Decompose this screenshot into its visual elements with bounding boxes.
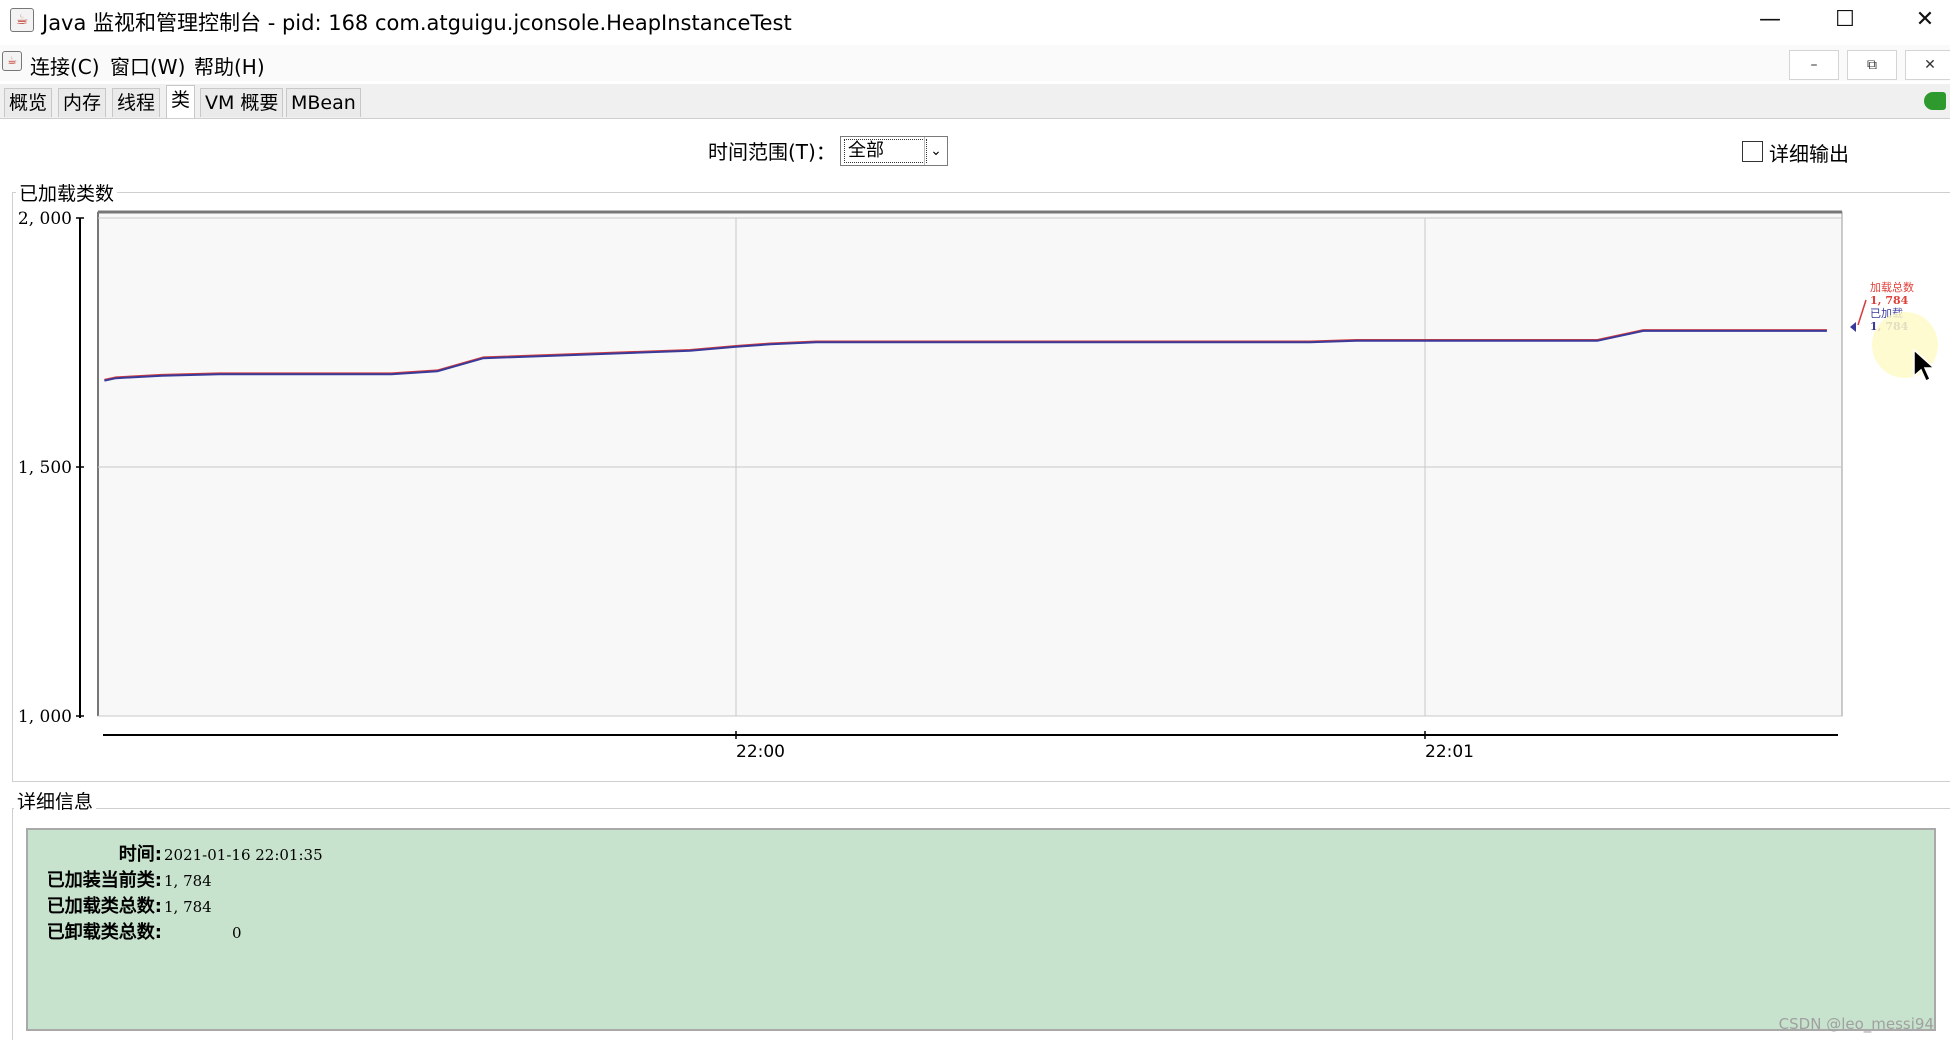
detail-row-current-loaded: 已加装当前类: 1, 784 xyxy=(32,866,212,891)
detail-value-current-loaded: 1, 784 xyxy=(164,872,212,890)
plot-background xyxy=(97,211,1843,717)
detail-key-current-loaded: 已加装当前类: xyxy=(46,870,162,891)
y-tick-label: 1, 000 xyxy=(18,707,72,727)
detail-key-time: 时间: xyxy=(118,844,162,865)
detail-key-total-loaded: 已加载类总数: xyxy=(46,896,162,917)
x-tick-label: 22:01 xyxy=(1425,742,1474,762)
detail-row-time: 时间: 2021-01-16 22:01:35 xyxy=(32,840,323,865)
watermark: CSDN @leo_messi94 xyxy=(1778,1015,1934,1033)
legend-pointer-line xyxy=(1857,299,1867,326)
legend-total-label: 加载总数 xyxy=(1870,280,1914,294)
y-tick-label: 1, 500 xyxy=(18,458,72,478)
detail-value-time: 2021-01-16 22:01:35 xyxy=(164,846,323,864)
detail-value-total-loaded: 1, 784 xyxy=(164,898,212,916)
x-tick-label: 22:00 xyxy=(736,742,785,762)
detail-value-unloaded: 0 xyxy=(232,924,242,942)
legend-total-value: 1, 784 xyxy=(1870,294,1909,307)
details-section-title: 详细信息 xyxy=(14,787,97,814)
y-tick-label: 2, 000 xyxy=(18,209,72,229)
loaded-classes-chart: 2, 000 1, 500 1, 000 22:00 22:01 加载总数 1, 78… xyxy=(18,209,1914,762)
detail-key-unloaded: 已卸载类总数: xyxy=(46,922,162,943)
detail-row-unloaded: 已卸载类总数: 0 xyxy=(32,918,242,943)
mouse-cursor-icon xyxy=(1913,348,1934,383)
detail-row-total-loaded: 已加载类总数: 1, 784 xyxy=(32,892,212,917)
details-panel: 时间: 2021-01-16 22:01:35 已加装当前类: 1, 784 已加载… xyxy=(26,828,1936,1031)
current-value-marker xyxy=(1850,322,1856,332)
